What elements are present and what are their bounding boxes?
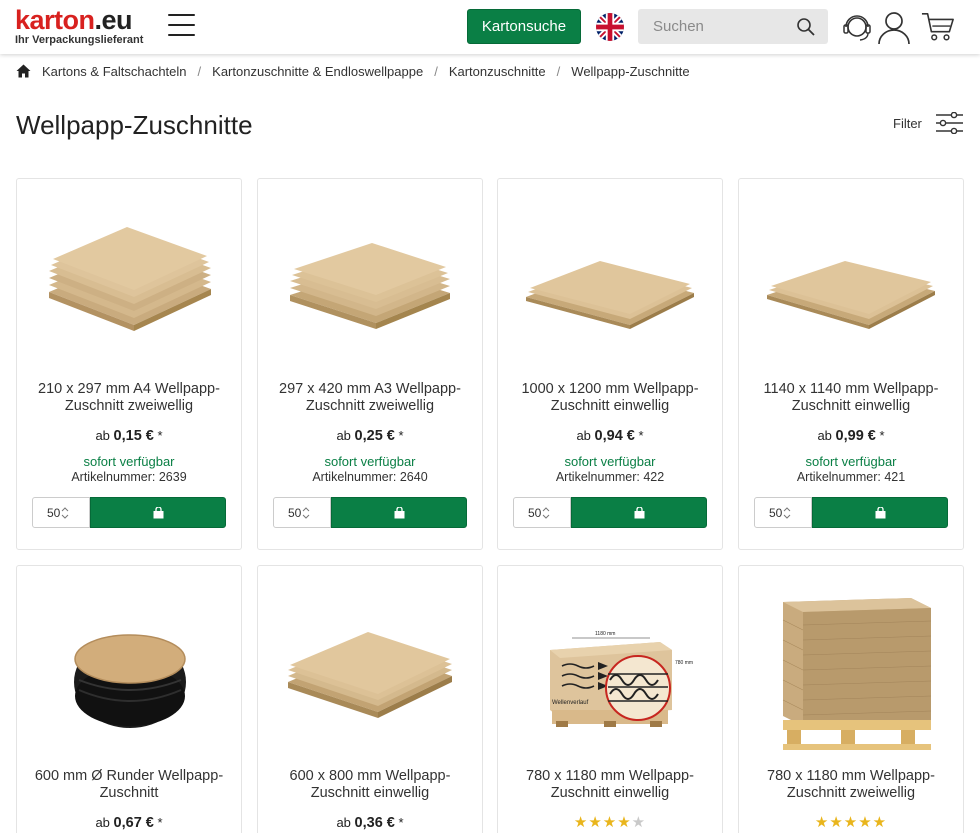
product-name[interactable]: 600 mm Ø Runder Wellpapp-Zuschnitt [23, 768, 235, 802]
product-card[interactable]: 1140 x 1140 mm Wellpapp-Zuschnitt einwel… [738, 178, 964, 550]
logo[interactable]: karton.eu Ihr Verpackungslieferant [15, 6, 155, 46]
product-card[interactable]: 1000 x 1200 mm Wellpapp-Zuschnitt einwel… [497, 178, 723, 550]
product-image[interactable] [761, 193, 943, 371]
quantity-stepper[interactable]: 50 [32, 497, 90, 528]
filter-toggle[interactable]: Filter [893, 112, 963, 134]
stepper-arrows-icon[interactable] [783, 506, 791, 520]
product-card[interactable]: 600 mm Ø Runder Wellpapp-Zuschnitt ab 0,… [16, 565, 242, 833]
site-header: karton.eu Ihr Verpackungslieferant Karto… [0, 0, 980, 54]
quantity-stepper[interactable]: 50 [513, 497, 571, 528]
product-image[interactable] [39, 580, 221, 758]
article-number: Artikelnummer: 2639 [71, 470, 187, 484]
breadcrumb-item-current[interactable]: Wellpapp-Zuschnitte [571, 64, 689, 79]
add-to-cart-button[interactable] [90, 497, 226, 528]
product-name[interactable]: 210 x 297 mm A4 Wellpapp-Zuschnitt zweiw… [23, 381, 235, 415]
shopping-bag-icon [634, 506, 644, 518]
product-name[interactable]: 1000 x 1200 mm Wellpapp-Zuschnitt einwel… [504, 381, 716, 415]
product-price: ab 0,15 € * [95, 428, 163, 444]
product-name[interactable]: 297 x 420 mm A3 Wellpapp-Zuschnitt zweiw… [264, 381, 476, 415]
availability-status: sofort verfügbar [805, 454, 897, 469]
add-to-cart-button[interactable] [571, 497, 707, 528]
product-price: ab 0,99 € * [817, 428, 885, 444]
availability-status: sofort verfügbar [324, 454, 416, 469]
product-name[interactable]: 780 x 1180 mm Wellpapp-Zuschnitt zweiwel… [745, 768, 957, 802]
add-to-cart-button[interactable] [331, 497, 467, 528]
uk-flag-icon[interactable] [596, 13, 624, 41]
search-box [638, 9, 828, 44]
shopping-bag-icon [153, 506, 163, 518]
availability-status: sofort verfügbar [564, 454, 656, 469]
user-account-icon[interactable] [877, 10, 911, 44]
product-image[interactable] [761, 580, 943, 758]
shopping-bag-icon [394, 506, 404, 518]
svg-text:1180 mm: 1180 mm [595, 631, 615, 637]
stepper-arrows-icon[interactable] [542, 506, 550, 520]
product-card[interactable]: 210 x 297 mm A4 Wellpapp-Zuschnitt zweiw… [16, 178, 242, 550]
product-image[interactable] [280, 193, 462, 371]
product-name[interactable]: 780 x 1180 mm Wellpapp-Zuschnitt einwell… [504, 768, 716, 802]
logo-tagline: Ihr Verpackungslieferant [15, 34, 144, 46]
product-image[interactable] [520, 193, 702, 371]
rating-stars: ★★★★★ [573, 814, 647, 831]
product-card[interactable]: 297 x 420 mm A3 Wellpapp-Zuschnitt zweiw… [257, 178, 483, 550]
breadcrumb-item[interactable]: Kartons & Faltschachteln [42, 64, 187, 79]
breadcrumb-separator: / [434, 63, 438, 79]
support-headset-icon[interactable] [840, 10, 874, 44]
filter-sliders-icon [935, 112, 963, 134]
add-to-cart-button[interactable] [812, 497, 948, 528]
filter-label: Filter [893, 115, 922, 131]
home-icon[interactable] [16, 64, 31, 78]
article-number: Artikelnummer: 422 [555, 470, 665, 484]
kartonsuche-button[interactable]: Kartonsuche [467, 9, 581, 44]
stepper-arrows-icon[interactable] [302, 506, 310, 520]
availability-status: sofort verfügbar [83, 454, 175, 469]
product-price: ab 0,67 € * [95, 815, 163, 831]
product-price: ab 0,25 € * [336, 428, 404, 444]
article-number: Artikelnummer: 2640 [312, 470, 428, 484]
product-price: ab 0,94 € * [576, 428, 644, 444]
article-number: Artikelnummer: 421 [796, 470, 906, 484]
product-price: ab 0,36 € * [336, 815, 404, 831]
breadcrumb-separator: / [197, 63, 202, 79]
product-card[interactable]: 1180 mm 780 mm Wellenverlauf 780 x 1180 … [497, 565, 723, 833]
svg-text:780 mm: 780 mm [675, 660, 693, 666]
menu-icon[interactable] [168, 14, 195, 38]
product-name[interactable]: 600 x 800 mm Wellpapp-Zuschnitt einwelli… [264, 768, 476, 802]
product-card[interactable]: 780 x 1180 mm Wellpapp-Zuschnitt zweiwel… [738, 565, 964, 833]
shopping-cart-icon[interactable] [921, 10, 955, 44]
logo-tld: .eu [94, 5, 133, 35]
product-card[interactable]: 600 x 800 mm Wellpapp-Zuschnitt einwelli… [257, 565, 483, 833]
search-icon[interactable] [796, 17, 816, 37]
page-title: Wellpapp-Zuschnitte [16, 110, 253, 140]
product-image[interactable] [39, 193, 221, 371]
breadcrumb: Kartons & Faltschachteln / Kartonzuschni… [16, 63, 690, 79]
rating-stars: ★★★★★ [814, 814, 888, 831]
quantity-stepper[interactable]: 50 [754, 497, 812, 528]
product-name[interactable]: 1140 x 1140 mm Wellpapp-Zuschnitt einwel… [745, 381, 957, 415]
search-input[interactable] [638, 9, 788, 44]
shopping-bag-icon [875, 506, 885, 518]
quantity-stepper[interactable]: 50 [273, 497, 331, 528]
product-image[interactable] [280, 580, 462, 758]
breadcrumb-separator: / [556, 63, 561, 79]
product-image[interactable]: 1180 mm 780 mm Wellenverlauf [520, 580, 702, 758]
breadcrumb-item[interactable]: Kartonzuschnitte & Endloswellpappe [212, 64, 423, 79]
svg-text:Wellenverlauf: Wellenverlauf [552, 700, 589, 706]
stepper-arrows-icon[interactable] [61, 506, 69, 520]
logo-text: karton [15, 5, 95, 35]
breadcrumb-item[interactable]: Kartonzuschnitte [449, 64, 546, 79]
